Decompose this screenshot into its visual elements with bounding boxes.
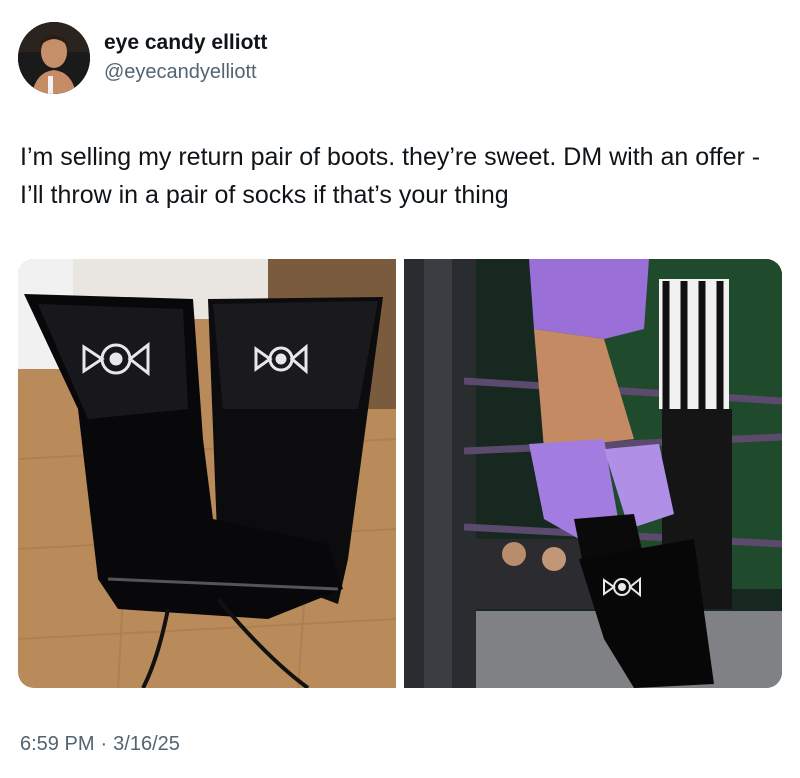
media-grid[interactable] — [18, 259, 782, 688]
wrestler-ring-photo[interactable] — [404, 259, 782, 688]
avatar[interactable] — [18, 22, 90, 94]
tweet-text: I’m selling my return pair of boots. the… — [20, 143, 761, 209]
boots-photo[interactable] — [18, 259, 396, 688]
tweet-timestamp[interactable]: 6:59 PM · 3/16/25 — [20, 733, 180, 756]
tweet-time: 6:59 PM — [20, 733, 95, 755]
avatar-image — [18, 22, 90, 94]
author-handle[interactable]: @eyecandyelliott — [104, 61, 257, 84]
author-name[interactable]: eye candy elliott — [104, 31, 267, 55]
tweet-date: 3/16/25 — [113, 733, 180, 755]
separator-dot: · — [100, 733, 108, 755]
